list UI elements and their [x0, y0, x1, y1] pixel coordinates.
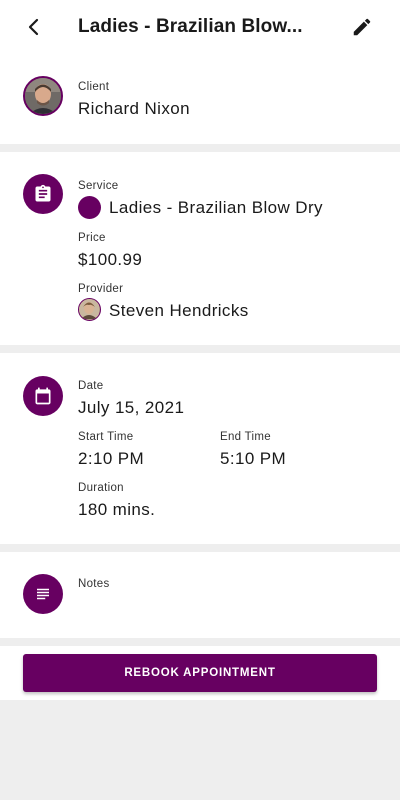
- app-header: Ladies - Brazilian Blow...: [0, 0, 400, 58]
- provider-name: Steven Hendricks: [109, 301, 249, 320]
- end-time-label: End Time: [220, 431, 271, 443]
- clipboard-icon: [35, 184, 51, 202]
- price-value: $100.99: [78, 250, 143, 269]
- date-value: July 15, 2021: [78, 398, 185, 417]
- edit-button[interactable]: [346, 11, 378, 43]
- start-time-value: 2:10 PM: [78, 449, 145, 468]
- client-label: Client: [78, 81, 110, 93]
- notes-icon-badge: [23, 574, 63, 614]
- date-label: Date: [78, 380, 104, 392]
- page-title: Ladies - Brazilian Blow...: [78, 16, 303, 37]
- notes-section: Notes: [0, 552, 400, 638]
- action-section: REBOOK APPOINTMENT: [0, 646, 400, 700]
- service-section: Service Ladies - Brazilian Blow Dry Pric…: [0, 152, 400, 345]
- notes-icon: [37, 588, 49, 600]
- service-label: Service: [78, 180, 119, 192]
- provider-label: Provider: [78, 283, 124, 295]
- chevron-left-icon: [28, 18, 39, 36]
- rebook-appointment-button[interactable]: REBOOK APPOINTMENT: [23, 654, 377, 692]
- start-time-label: Start Time: [78, 431, 134, 443]
- duration-value: 180 mins.: [78, 500, 156, 519]
- client-avatar[interactable]: [23, 76, 63, 116]
- pencil-icon: [353, 18, 371, 36]
- back-button[interactable]: [18, 11, 50, 43]
- client-name: Richard Nixon: [78, 99, 190, 118]
- end-time-value: 5:10 PM: [220, 449, 287, 468]
- provider-avatar: [78, 298, 101, 321]
- calendar-icon-badge: [23, 376, 63, 416]
- service-color-dot: [78, 196, 101, 219]
- notes-label: Notes: [78, 578, 110, 590]
- price-label: Price: [78, 232, 106, 244]
- client-section: Client Richard Nixon: [0, 58, 400, 144]
- service-icon-badge: [23, 174, 63, 214]
- schedule-section: Date July 15, 2021 Start Time 2:10 PM En…: [0, 353, 400, 544]
- service-name: Ladies - Brazilian Blow Dry: [109, 198, 323, 217]
- duration-label: Duration: [78, 482, 124, 494]
- person-photo-icon: [79, 299, 99, 319]
- person-photo-icon: [25, 78, 61, 114]
- calendar-icon: [35, 387, 51, 405]
